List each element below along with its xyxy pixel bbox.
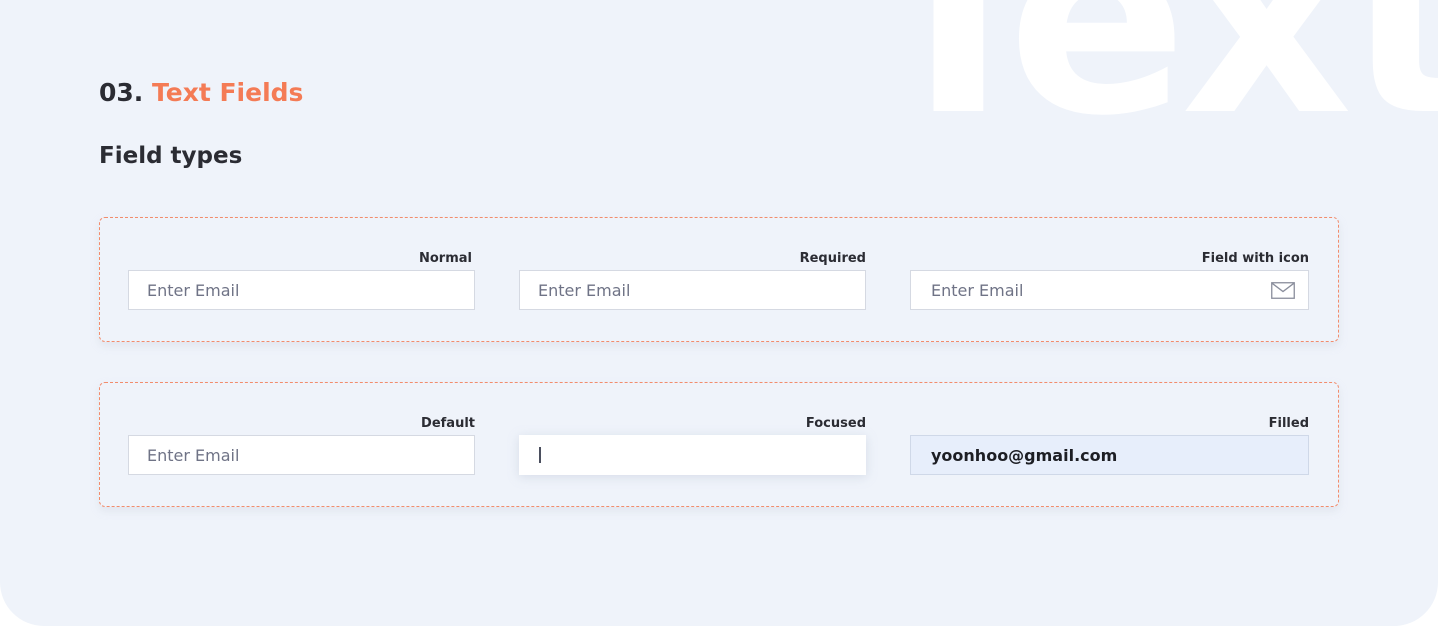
mail-icon [1271, 282, 1295, 299]
normal-email-field[interactable]: Enter Email [128, 270, 475, 310]
watermark-text: Text [868, 0, 1438, 174]
field-label-normal: Normal [419, 251, 472, 266]
filled-field-block: Filled yoonhoo@gmail.com [910, 416, 1309, 476]
email-field-with-icon[interactable]: Enter Email [910, 270, 1309, 310]
field-placeholder: Enter Email [147, 446, 240, 465]
normal-field-block: Normal Enter Email [128, 251, 475, 311]
field-label-required: Required [799, 251, 866, 266]
focused-field-block: Focused [519, 416, 866, 476]
default-field-block: Default Enter Email [128, 416, 475, 476]
field-value: yoonhoo@gmail.com [931, 446, 1118, 465]
icon-field-block: Field with icon Enter Email [910, 251, 1309, 311]
field-label-default: Default [421, 416, 475, 431]
field-label-with-icon: Field with icon [1201, 251, 1309, 266]
focused-email-field[interactable] [519, 435, 866, 475]
field-label-focused: Focused [805, 416, 866, 431]
section-number: 03. [99, 78, 144, 107]
filled-email-field[interactable]: yoonhoo@gmail.com [910, 435, 1309, 475]
required-email-field[interactable]: Enter Email [519, 270, 866, 310]
field-placeholder: Enter Email [538, 281, 631, 300]
default-email-field[interactable]: Enter Email [128, 435, 475, 475]
section-title: Text Fields [152, 78, 304, 107]
text-caret [539, 447, 541, 463]
field-placeholder: Enter Email [931, 281, 1024, 300]
section-heading: 03. Text Fields [99, 78, 303, 107]
field-label-filled: Filled [1268, 416, 1309, 431]
field-types-heading: Field types [99, 143, 243, 169]
required-field-block: Required Enter Email [519, 251, 866, 311]
page-canvas: Text 03. Text Fields Field types Normal … [0, 0, 1438, 626]
field-states-group: Default Enter Email Focused Filled yoonh… [99, 382, 1339, 507]
field-placeholder: Enter Email [147, 281, 240, 300]
field-types-group: Normal Enter Email Required Enter Email … [99, 217, 1339, 342]
